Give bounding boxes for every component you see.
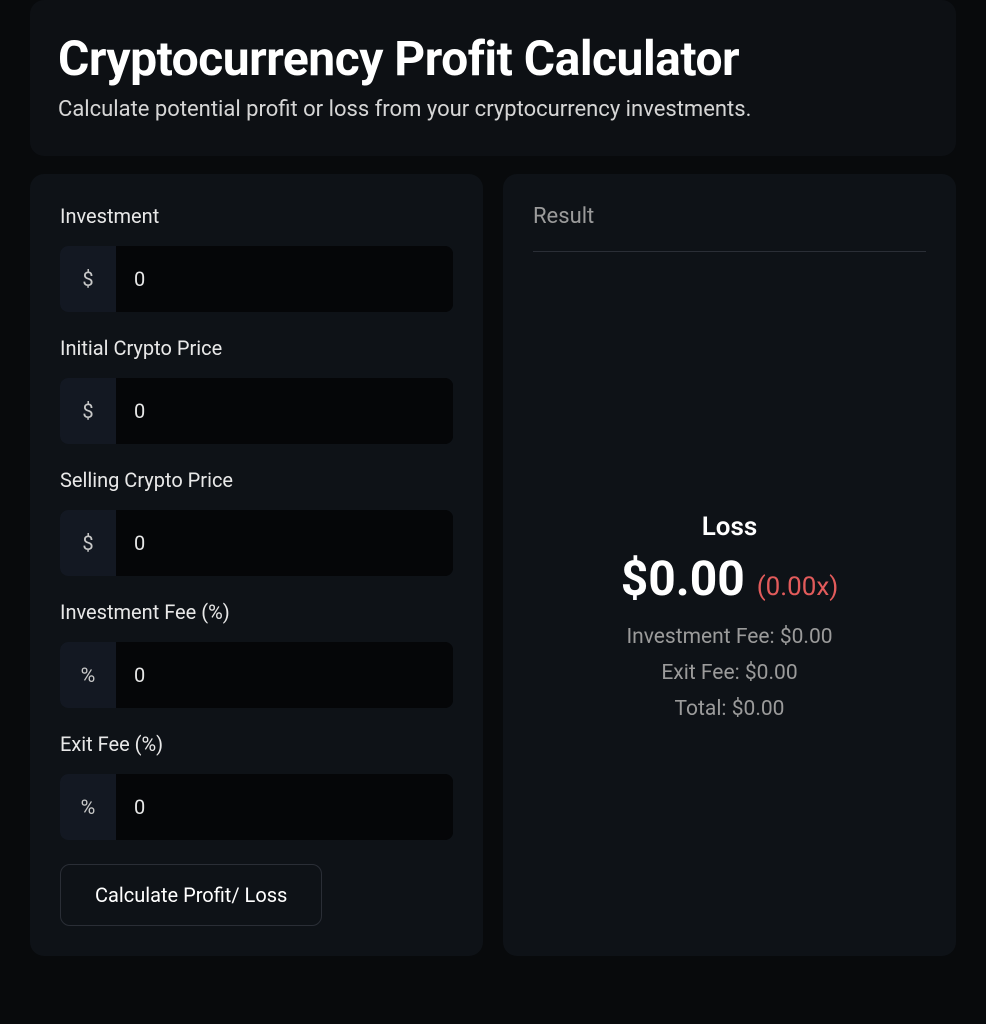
- investment-label: Investment: [60, 204, 453, 228]
- result-main: $0.00 (0.00x): [621, 550, 839, 607]
- investment-input-wrap: $: [60, 246, 453, 312]
- investment-fee-label: Investment Fee (%): [60, 600, 453, 624]
- selling-price-input[interactable]: [116, 510, 453, 576]
- header-card: Cryptocurrency Profit Calculator Calcula…: [30, 0, 956, 156]
- investment-fee-input-wrap: %: [60, 642, 453, 708]
- result-status: Loss: [702, 512, 758, 542]
- exit-fee-label: Exit Fee (%): [60, 732, 453, 756]
- result-investment-fee: Investment Fee: $0.00: [626, 625, 832, 649]
- initial-price-label: Initial Crypto Price: [60, 336, 453, 360]
- exit-fee-input[interactable]: [116, 774, 453, 840]
- input-card: Investment $ Initial Crypto Price $ Sell…: [30, 174, 483, 956]
- dollar-icon: $: [60, 510, 116, 576]
- dollar-icon: $: [60, 378, 116, 444]
- result-amount: $0.00: [621, 550, 745, 607]
- result-body: Loss $0.00 (0.00x) Investment Fee: $0.00…: [533, 252, 926, 733]
- investment-input[interactable]: [116, 246, 453, 312]
- initial-price-input-wrap: $: [60, 378, 453, 444]
- initial-price-input[interactable]: [116, 378, 453, 444]
- page-subtitle: Calculate potential profit or loss from …: [58, 97, 928, 122]
- result-exit-fee: Exit Fee: $0.00: [661, 661, 797, 685]
- investment-fee-input[interactable]: [116, 642, 453, 708]
- percent-icon: %: [60, 642, 116, 708]
- calculate-button[interactable]: Calculate Profit/ Loss: [60, 864, 322, 926]
- dollar-icon: $: [60, 246, 116, 312]
- result-total: Total: $0.00: [675, 697, 785, 721]
- result-title: Result: [533, 204, 926, 252]
- selling-price-input-wrap: $: [60, 510, 453, 576]
- percent-icon: %: [60, 774, 116, 840]
- result-card: Result Loss $0.00 (0.00x) Investment Fee…: [503, 174, 956, 956]
- result-multiplier: (0.00x): [757, 572, 839, 602]
- exit-fee-input-wrap: %: [60, 774, 453, 840]
- page-title: Cryptocurrency Profit Calculator: [58, 30, 928, 87]
- selling-price-label: Selling Crypto Price: [60, 468, 453, 492]
